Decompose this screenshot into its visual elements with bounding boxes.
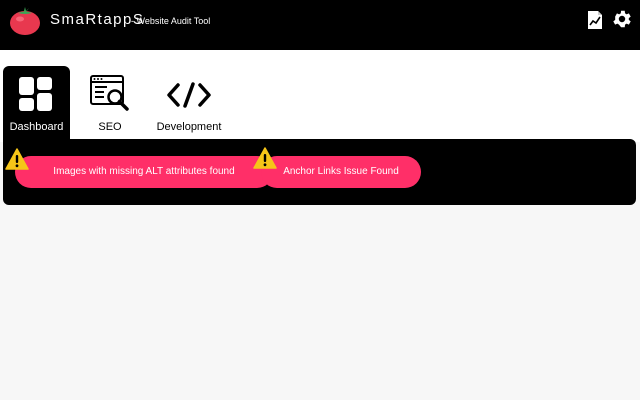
code-icon bbox=[167, 82, 211, 108]
warning-icon bbox=[5, 148, 29, 170]
tab-seo-label: SEO bbox=[98, 121, 122, 133]
tab-development[interactable]: Development bbox=[150, 66, 228, 142]
tab-development-label: Development bbox=[156, 121, 222, 133]
brand-tagline: - Website Audit Tool bbox=[131, 16, 211, 26]
tab-seo[interactable]: SEO bbox=[80, 66, 140, 142]
alert-anchor-links[interactable]: Anchor Links Issue Found bbox=[261, 156, 421, 188]
app-header: SmaRtappS - Website Audit Tool bbox=[0, 0, 640, 50]
gear-icon[interactable] bbox=[611, 8, 633, 30]
tab-bar: Dashboard SEO Development bbox=[0, 50, 640, 142]
dashboard-panel: Images with missing ALT attributes found… bbox=[3, 139, 636, 205]
warning-icon bbox=[253, 147, 277, 169]
tab-dashboard-label: Dashboard bbox=[9, 121, 64, 133]
alert-anchor-links-text: Anchor Links Issue Found bbox=[283, 166, 399, 177]
alert-missing-alt[interactable]: Images with missing ALT attributes found bbox=[15, 156, 273, 188]
tomato-logo-icon[interactable] bbox=[9, 6, 41, 36]
tab-dashboard[interactable]: Dashboard bbox=[3, 66, 70, 142]
report-chart-icon[interactable] bbox=[586, 10, 604, 30]
dashboard-grid-icon bbox=[19, 77, 52, 111]
seo-search-icon bbox=[90, 75, 129, 111]
alert-missing-alt-text: Images with missing ALT attributes found bbox=[53, 166, 235, 177]
